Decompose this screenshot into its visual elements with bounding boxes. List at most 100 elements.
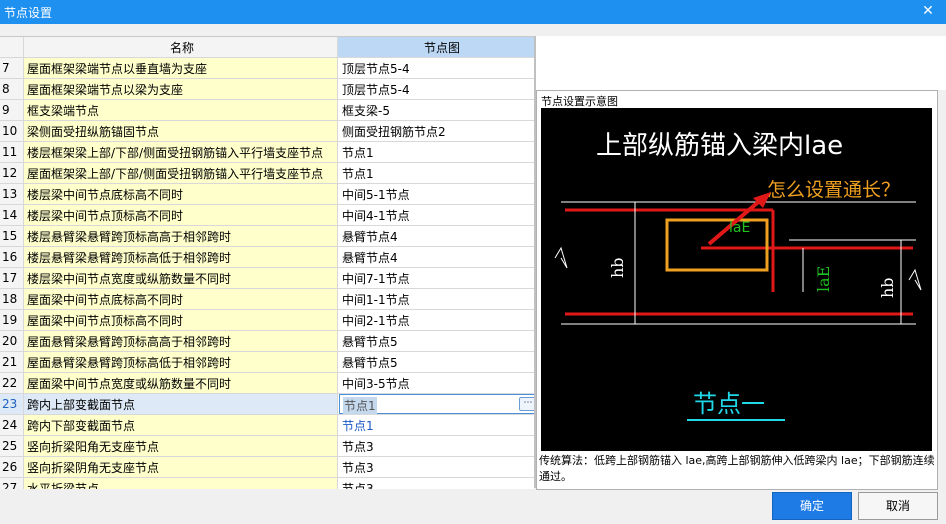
table-row-selected[interactable]: 23 跨内上部变截面节点 节点1 ⋯ <box>0 393 534 415</box>
row-name[interactable]: 竖向折梁阴角无支座节点 <box>23 456 338 478</box>
table-row[interactable]: 16 楼层悬臂梁悬臂跨顶标高低于相邻跨时 悬臂节点4 <box>0 246 534 268</box>
row-number: 11 <box>0 141 24 163</box>
label-lae-small: laE <box>729 220 750 236</box>
row-node[interactable]: 悬臂节点5 <box>337 330 534 352</box>
row-name[interactable]: 屋面梁中间节点顶标高不同时 <box>23 309 338 331</box>
row-number: 10 <box>0 120 24 142</box>
anchor-highlight-box <box>665 218 769 272</box>
cancel-button[interactable]: 取消 <box>858 492 938 520</box>
row-node[interactable]: 框支梁-5 <box>337 99 534 121</box>
row-node[interactable]: 节点1 <box>337 414 534 436</box>
row-node[interactable]: 中间3-5节点 <box>337 372 534 394</box>
table-row[interactable]: 12 屋面框架梁上部/下部/侧面受扭钢筋锚入平行墙支座节点 节点1 <box>0 162 534 184</box>
row-number: 24 <box>0 414 24 436</box>
table-row[interactable]: 15 楼层悬臂梁悬臂跨顶标高高于相邻跨时 悬臂节点4 <box>0 225 534 247</box>
row-number: 20 <box>0 330 24 352</box>
row-name[interactable]: 跨内下部变截面节点 <box>23 414 338 436</box>
node-description: 传统算法：低跨上部钢筋锚入 lae,高跨上部钢筋伸入低跨梁内 lae；下部钢筋连… <box>539 454 935 483</box>
row-name[interactable]: 梁侧面受扭纵筋锚固节点 <box>23 120 338 142</box>
table-row[interactable]: 13 楼层梁中间节点底标高不同时 中间5-1节点 <box>0 183 534 205</box>
row-number: 22 <box>0 372 24 394</box>
row-node[interactable]: 悬臂节点4 <box>337 225 534 247</box>
table-row[interactable]: 21 屋面悬臂梁悬臂跨顶标高低于相邻跨时 悬臂节点5 <box>0 351 534 373</box>
row-number: 25 <box>0 435 24 457</box>
row-number: 15 <box>0 225 24 247</box>
table-row[interactable]: 9 框支梁端节点 框支梁-5 <box>0 99 534 121</box>
table-row[interactable]: 17 楼层梁中间节点宽度或纵筋数量不同时 中间7-1节点 <box>0 267 534 289</box>
table-row[interactable]: 11 楼层框架梁上部/下部/侧面受扭钢筋锚入平行墙支座节点 节点1 <box>0 141 534 163</box>
node-select-field[interactable]: 节点1 ⋯ <box>339 394 534 414</box>
row-name[interactable]: 屋面框架梁端节点以梁为支座 <box>23 78 338 100</box>
row-name[interactable]: 屋面框架梁端节点以垂直墙为支座 <box>23 57 338 79</box>
row-node[interactable]: 顶层节点5-4 <box>337 78 534 100</box>
diagram-heading: 上部纵筋锚入梁内lae <box>596 131 843 161</box>
row-name[interactable]: 楼层框架梁上部/下部/侧面受扭钢筋锚入平行墙支座节点 <box>23 141 338 163</box>
row-number: 19 <box>0 309 24 331</box>
row-node[interactable]: 中间5-1节点 <box>337 183 534 205</box>
row-number: 17 <box>0 267 24 289</box>
row-node[interactable]: 节点3 <box>337 477 534 489</box>
table-row[interactable]: 10 梁侧面受扭纵筋锚固节点 侧面受扭钢筋节点2 <box>0 120 534 142</box>
row-node[interactable]: 悬臂节点4 <box>337 246 534 268</box>
row-number: 7 <box>0 57 24 79</box>
table-row[interactable]: 20 屋面悬臂梁悬臂跨顶标高高于相邻跨时 悬臂节点5 <box>0 330 534 352</box>
close-icon[interactable]: ✕ <box>920 3 936 19</box>
row-name[interactable]: 屋面梁中间节点宽度或纵筋数量不同时 <box>23 372 338 394</box>
row-number-header <box>0 37 24 58</box>
row-name[interactable]: 楼层梁中间节点顶标高不同时 <box>23 204 338 226</box>
row-node[interactable]: 中间4-1节点 <box>337 204 534 226</box>
ok-button[interactable]: 确定 <box>772 492 852 520</box>
table-row[interactable]: 22 屋面梁中间节点宽度或纵筋数量不同时 中间3-5节点 <box>0 372 534 394</box>
row-node[interactable]: 节点3 <box>337 456 534 478</box>
row-number: 21 <box>0 351 24 373</box>
row-node[interactable]: 中间2-1节点 <box>337 309 534 331</box>
row-name[interactable]: 楼层梁中间节点底标高不同时 <box>23 183 338 205</box>
row-number: 14 <box>0 204 24 226</box>
row-node[interactable]: 中间7-1节点 <box>337 267 534 289</box>
row-name[interactable]: 楼层悬臂梁悬臂跨顶标高高于相邻跨时 <box>23 225 338 247</box>
row-number: 23 <box>0 393 24 415</box>
row-name[interactable]: 屋面梁中间节点底标高不同时 <box>23 288 338 310</box>
settings-table: 名称 节点图 7 屋面框架梁端节点以垂直墙为支座 顶层节点5-4 8 屋面框架梁端节点… <box>0 37 534 489</box>
row-node[interactable]: 顶层节点5-4 <box>337 57 534 79</box>
break-mark-right <box>908 268 922 291</box>
ellipsis-icon[interactable]: ⋯ <box>519 397 534 411</box>
row-number: 27 <box>0 477 24 489</box>
table-row[interactable]: 27 水平折梁节点 节点3 <box>0 477 534 489</box>
row-node[interactable]: 节点3 <box>337 435 534 457</box>
label-hb-left: hb <box>608 257 627 278</box>
diagram-question: 怎么设置通长？ <box>767 179 900 201</box>
row-node[interactable]: 中间1-1节点 <box>337 288 534 310</box>
preview-group: 节点设置示意图 上部纵筋锚入梁内lae 怎么设置通长？ laE hb laE h… <box>536 90 938 490</box>
row-node[interactable]: 侧面受扭钢筋节点2 <box>337 120 534 142</box>
row-name[interactable]: 屋面框架梁上部/下部/侧面受扭钢筋锚入平行墙支座节点 <box>23 162 338 184</box>
table-row[interactable]: 26 竖向折梁阴角无支座节点 节点3 <box>0 456 534 478</box>
table-row[interactable]: 18 屋面梁中间节点底标高不同时 中间1-1节点 <box>0 288 534 310</box>
row-name[interactable]: 楼层梁中间节点宽度或纵筋数量不同时 <box>23 267 338 289</box>
row-node[interactable]: 悬臂节点5 <box>337 351 534 373</box>
column-header-name[interactable]: 名称 <box>23 37 338 58</box>
table-row[interactable]: 25 竖向折梁阳角无支座节点 节点3 <box>0 435 534 457</box>
table-row[interactable]: 14 楼层梁中间节点顶标高不同时 中间4-1节点 <box>0 204 534 226</box>
row-name[interactable]: 屋面悬臂梁悬臂跨顶标高低于相邻跨时 <box>23 351 338 373</box>
table-row[interactable]: 7 屋面框架梁端节点以垂直墙为支座 顶层节点5-4 <box>0 57 534 79</box>
row-name[interactable]: 竖向折梁阳角无支座节点 <box>23 435 338 457</box>
table-header-row: 名称 节点图 <box>0 37 534 58</box>
label-hb-right: hb <box>878 277 897 298</box>
row-name[interactable]: 楼层悬臂梁悬臂跨顶标高低于相邻跨时 <box>23 246 338 268</box>
preview-group-title: 节点设置示意图 <box>541 95 618 108</box>
row-number: 26 <box>0 456 24 478</box>
table-row[interactable]: 24 跨内下部变截面节点 节点1 <box>0 414 534 436</box>
row-node[interactable]: 节点1 <box>337 141 534 163</box>
row-name[interactable]: 跨内上部变截面节点 <box>23 393 338 415</box>
label-lae-vertical: laE <box>814 266 833 292</box>
row-name[interactable]: 框支梁端节点 <box>23 99 338 121</box>
row-name[interactable]: 屋面悬臂梁悬臂跨顶标高高于相邻跨时 <box>23 330 338 352</box>
row-name[interactable]: 水平折梁节点 <box>23 477 338 489</box>
node-select-value[interactable]: 节点1 <box>343 397 377 414</box>
column-header-node[interactable]: 节点图 <box>337 37 534 58</box>
row-node[interactable]: 节点1 <box>337 162 534 184</box>
table-row[interactable]: 8 屋面框架梁端节点以梁为支座 顶层节点5-4 <box>0 78 534 100</box>
row-node-editor[interactable]: 节点1 ⋯ <box>337 393 534 415</box>
table-row[interactable]: 19 屋面梁中间节点顶标高不同时 中间2-1节点 <box>0 309 534 331</box>
